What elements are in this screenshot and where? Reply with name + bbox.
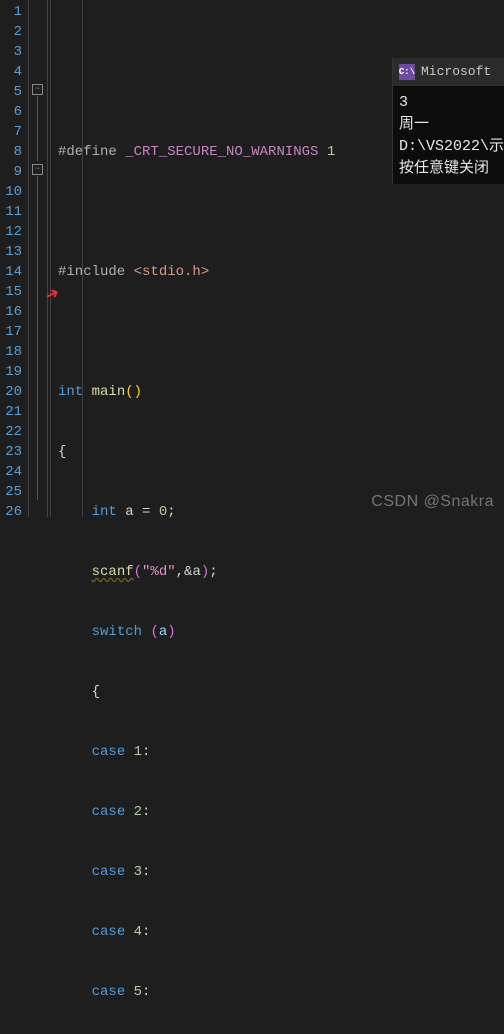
console-window[interactable]: C:\ Microsoft 3 周一 D:\VS2022\示 按任意键关闭 bbox=[392, 58, 504, 184]
indent-guide bbox=[82, 0, 83, 517]
line-number: 24 bbox=[4, 462, 22, 482]
console-output: 周一 bbox=[399, 114, 498, 136]
vs-icon: C:\ bbox=[399, 64, 415, 80]
code-line[interactable]: scanf("%d",&a); bbox=[58, 562, 504, 582]
line-number: 20 bbox=[4, 382, 22, 402]
line-number: 23 bbox=[4, 442, 22, 462]
line-number: 19 bbox=[4, 362, 22, 382]
line-number: 13 bbox=[4, 242, 22, 262]
code-line[interactable]: case 3: bbox=[58, 862, 504, 882]
fold-guide bbox=[37, 176, 38, 500]
line-number: 11 bbox=[4, 202, 22, 222]
watermark: CSDN @Snakra bbox=[371, 493, 494, 511]
line-number: 3 bbox=[4, 42, 22, 62]
line-number: 7 bbox=[4, 122, 22, 142]
line-number: 15 bbox=[4, 282, 22, 302]
line-number-gutter: 1 2 3 4 5 6 7 8 9 10 11 12 13 14 15 16 1… bbox=[0, 0, 28, 517]
line-number: 1 bbox=[4, 2, 22, 22]
code-line[interactable] bbox=[58, 322, 504, 342]
line-number: 14 bbox=[4, 262, 22, 282]
console-output: 3 bbox=[399, 92, 498, 114]
console-output: 按任意键关闭 bbox=[399, 158, 498, 180]
console-titlebar[interactable]: C:\ Microsoft bbox=[393, 58, 504, 86]
line-number: 10 bbox=[4, 182, 22, 202]
code-line[interactable]: case 2: bbox=[58, 802, 504, 822]
line-number: 12 bbox=[4, 222, 22, 242]
line-number: 4 bbox=[4, 62, 22, 82]
line-number: 8 bbox=[4, 142, 22, 162]
code-line[interactable] bbox=[58, 202, 504, 222]
code-line[interactable]: { bbox=[58, 682, 504, 702]
code-line[interactable]: switch (a) bbox=[58, 622, 504, 642]
indent-guide bbox=[50, 0, 51, 517]
line-number: 21 bbox=[4, 402, 22, 422]
line-number: 5 bbox=[4, 82, 22, 102]
code-line[interactable]: { bbox=[58, 442, 504, 462]
fold-toggle-icon[interactable]: − bbox=[32, 164, 43, 175]
line-number: 6 bbox=[4, 102, 22, 122]
line-number: 25 bbox=[4, 482, 22, 502]
line-number: 17 bbox=[4, 322, 22, 342]
fold-guide bbox=[37, 96, 38, 161]
code-line[interactable]: int main() bbox=[58, 382, 504, 402]
code-line[interactable]: #include <stdio.h> bbox=[58, 262, 504, 282]
fold-column: − − bbox=[28, 0, 48, 517]
line-number: 9 bbox=[4, 162, 22, 182]
code-line[interactable]: case 5: bbox=[58, 982, 504, 1002]
line-number: 26 bbox=[4, 502, 22, 522]
line-number: 18 bbox=[4, 342, 22, 362]
line-number: 2 bbox=[4, 22, 22, 42]
line-number: 22 bbox=[4, 422, 22, 442]
code-line[interactable]: case 1: bbox=[58, 742, 504, 762]
console-title-text: Microsoft bbox=[421, 61, 491, 83]
line-number: 16 bbox=[4, 302, 22, 322]
console-output: D:\VS2022\示 bbox=[399, 136, 498, 158]
code-line[interactable]: case 4: bbox=[58, 922, 504, 942]
fold-toggle-icon[interactable]: − bbox=[32, 84, 43, 95]
